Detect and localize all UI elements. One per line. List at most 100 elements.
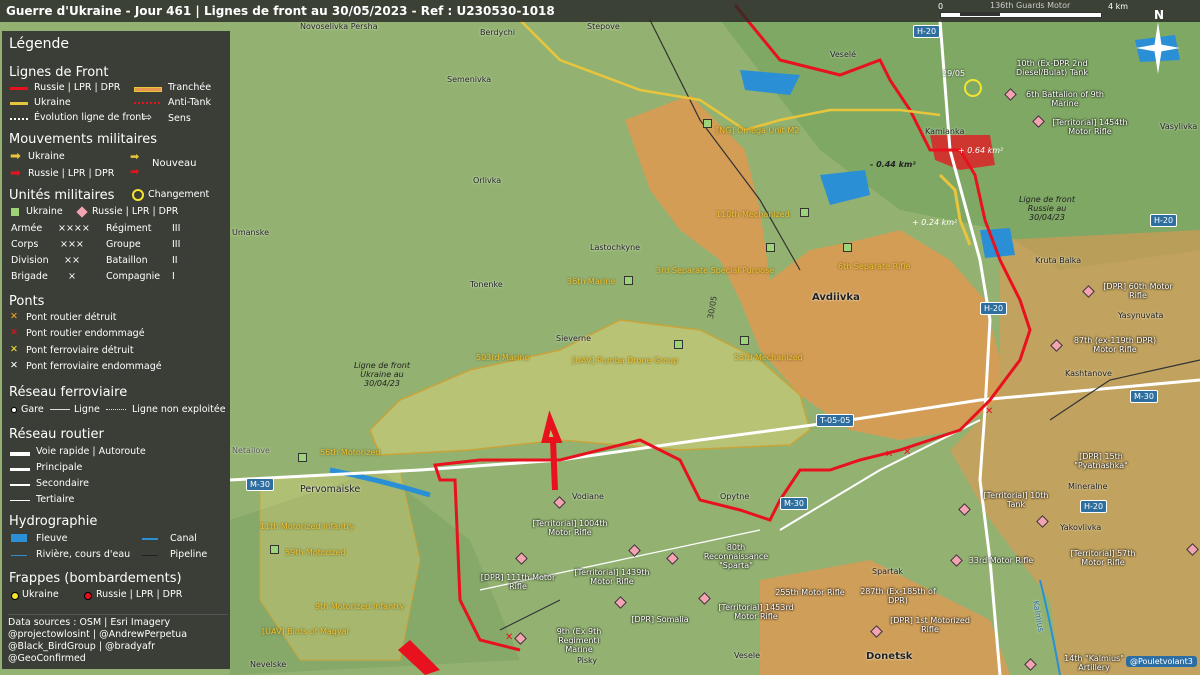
legend-hydro-heading: Hydrographie [9, 514, 98, 529]
town-label: Kashtanove [1065, 369, 1112, 378]
ukraine-unit-marker[interactable] [298, 453, 307, 462]
russia-unit-label[interactable]: 6th Battalion of 9th Marine [1020, 90, 1110, 108]
russia-unit-label[interactable]: [DPR] 15th "Pyatnashka" [1066, 452, 1136, 470]
legend-russia-line-swatch [10, 87, 28, 90]
credit-badge: @Pouletvolant3 [1126, 656, 1197, 667]
russia-unit-label[interactable]: [Territorial] 10th Tank [976, 491, 1056, 509]
ukraine-unit-label[interactable]: 53rd Mechanized [734, 353, 803, 362]
ukraine-unit-label[interactable]: 36th Marine [567, 277, 615, 286]
russia-unit-label[interactable]: [DPR] 111th Motor Rifle [478, 573, 558, 591]
russia-unit-label[interactable]: [DPR] 1st Motorized Rifle [890, 616, 970, 634]
town-label: Vodiane [572, 492, 604, 501]
ukraine-unit-label[interactable]: 503rd Marine [476, 353, 529, 362]
russia-unit-label[interactable]: 287th (Ex-185th of DPR) [858, 587, 938, 605]
station-icon [11, 407, 17, 413]
road-badge-h20: H-20 [1080, 500, 1108, 513]
ukraine-unit-label[interactable]: 9th Motorized Infantry [315, 602, 404, 611]
ukraine-unit-marker[interactable] [270, 545, 279, 554]
ukraine-strike-icon [11, 592, 19, 600]
town-label: Lastochkyne [590, 243, 641, 252]
ukraine-unit-label[interactable]: 59th Motorized [285, 548, 345, 557]
town-label: Spartak [872, 567, 904, 576]
town-label: Semenivka [447, 75, 492, 84]
road-badge-m30: M-30 [246, 478, 274, 491]
ukraine-unit-label[interactable]: 6th Separate Rifle [838, 262, 910, 271]
legend-evolution-swatch [10, 118, 28, 120]
ukraine-unit-label[interactable]: [UAV] Birds of Magyar [262, 627, 350, 636]
ukraine-unit-icon [11, 208, 19, 216]
russia-unit-label[interactable]: 10th (Ex-DPR 2nd Diesel/Bulat) Tank [1012, 59, 1092, 77]
svg-text:✕: ✕ [885, 449, 893, 460]
ukraine-unit-marker[interactable] [766, 243, 775, 252]
ukraine-arrow-icon: ➡ [10, 149, 21, 164]
pipeline-swatch [142, 555, 158, 556]
road-badge-m30: M-30 [1130, 390, 1158, 403]
ukraine-unit-label[interactable]: 110th Mechanized [716, 210, 790, 219]
road-badge-m30: H-20 [1150, 214, 1178, 227]
town-label: Veselé [830, 50, 857, 59]
russia-unit-label[interactable]: [Territorial] 1454th Motor Rifle [1050, 118, 1130, 136]
ukraine-unit-marker[interactable] [674, 340, 683, 349]
town-label: Mineralne [1068, 482, 1108, 491]
legend-bridges-heading: Ponts [9, 294, 45, 309]
date-annotation: 29/05 [942, 69, 966, 78]
town-label: Pisky [577, 656, 598, 665]
ukraine-unit-marker[interactable] [703, 119, 712, 128]
ukraine-unit-marker[interactable] [800, 208, 809, 217]
rail-bridge-damaged-icon: ✕ [10, 360, 18, 371]
town-label: Sieverne [556, 334, 592, 343]
compass-rose: N [1130, 8, 1186, 78]
russia-unit-label[interactable]: [Territorial] 1004th Motor Rifle [530, 519, 610, 537]
town-label: Berdychi [480, 28, 516, 37]
ukraine-unit-label[interactable]: 3rd Separate Special Purpose [656, 266, 774, 275]
town-label: Umanske [232, 228, 270, 237]
town-label: Tonenke [470, 280, 503, 289]
ukraine-unit-label[interactable]: [UAV] Pumba Drone Group [572, 356, 678, 365]
river-big-swatch [11, 534, 27, 542]
road-badge-t0505: T-05-05 [816, 414, 855, 427]
legend-movement-heading: Mouvements militaires [9, 132, 158, 147]
new-ukraine-arrow-icon: ➡ [130, 150, 140, 163]
gain-annotation: + 0.64 km² [958, 146, 1004, 155]
ukraine-gain-annotation: + 0.24 km² [912, 218, 958, 227]
svg-text:✕: ✕ [985, 406, 993, 417]
town-label: Pervomaiske [300, 484, 361, 495]
town-label: Netailove [232, 446, 270, 455]
ukraine-unit-marker[interactable] [843, 243, 852, 252]
svg-text:✕: ✕ [505, 632, 513, 643]
direction-arrow-icon: ⇨ [142, 110, 153, 124]
town-label: Nevelske [250, 660, 287, 669]
scale-bar: 0 4 km 136th Guards Motor [938, 1, 1128, 20]
rail-bridge-destroyed-icon: ✕ [10, 344, 18, 355]
russia-unit-label[interactable]: 9th (Ex 9th Regiment) Marine [544, 627, 614, 654]
ukraine-unit-marker[interactable] [624, 276, 633, 285]
russia-unit-label[interactable]: 33rd Motor Rifle [966, 556, 1036, 565]
rail-unused-swatch [106, 409, 126, 410]
legend-rail-heading: Réseau ferroviaire [9, 385, 128, 400]
town-label: Yakovlivka [1060, 523, 1102, 532]
russia-unit-label[interactable]: [Territorial] 57th Motor Rifle [1058, 549, 1148, 567]
town-label: Opytne [720, 492, 750, 501]
road-badge-m30: M-30 [780, 497, 808, 510]
svg-text:✕: ✕ [903, 447, 911, 458]
russia-unit-icon [76, 206, 88, 218]
ukraine-unit-label[interactable]: 56th Motorized [320, 448, 380, 457]
russia-unit-label[interactable]: 14th "Kalmius" Artillery [1054, 654, 1134, 672]
ukraine-unit-marker[interactable] [740, 336, 749, 345]
russia-unit-label[interactable]: 80th Reconnaissance "Sparta" [696, 543, 776, 570]
russia-arrow-icon: ➡ [10, 166, 21, 181]
russia-unit-label[interactable]: [Territorial] 1453rd Motor Rifle [716, 603, 796, 621]
town-label-avdiivka: Avdiivka [812, 292, 860, 303]
ukraine-unit-label[interactable]: 11th Motorized Infantry [260, 522, 354, 531]
russia-unit-label[interactable]: [Territorial] 1439th Motor Rifle [572, 568, 652, 586]
legend-antitank-swatch [134, 102, 160, 104]
town-label: Kamianka [925, 127, 965, 136]
new-russia-arrow-icon: ➡ [130, 165, 140, 178]
ukraine-unit-label[interactable]: [NG] Omega Unit M2 [716, 126, 799, 135]
russia-unit-label[interactable]: 87th (ex-119th DPR) Motor Rifle [1065, 336, 1165, 354]
road-bridge-damaged-icon: ✕ [10, 327, 18, 338]
legend-divider [8, 614, 228, 615]
russia-unit-label[interactable]: [DPR] 60th Motor Rifle [1098, 282, 1178, 300]
russia-unit-label[interactable]: [DPR] Somalia [620, 615, 700, 624]
russia-unit-label[interactable]: 255th Motor Rifle [770, 588, 850, 597]
